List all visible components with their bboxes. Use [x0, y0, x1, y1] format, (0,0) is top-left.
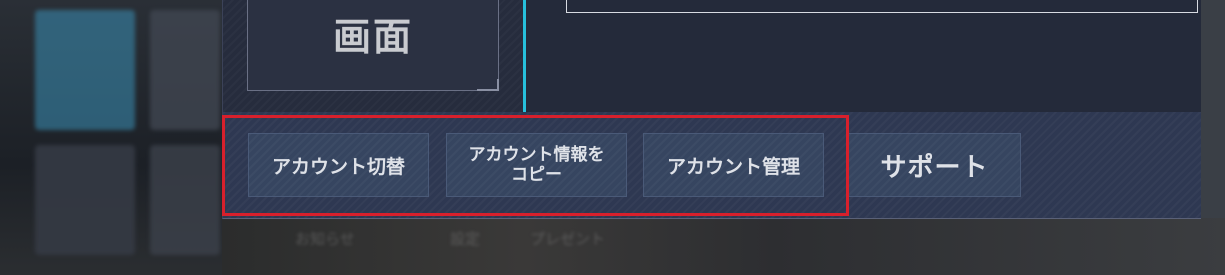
support-button[interactable]: サポート: [848, 133, 1021, 197]
manage-account-button[interactable]: アカウント管理: [643, 133, 824, 197]
frame-bracket: [566, 0, 1198, 13]
content-area: [526, 0, 1201, 112]
support-label: サポート: [880, 152, 989, 183]
screen-card-title: 画面: [332, 15, 413, 59]
background-tab-present: プレゼント: [530, 230, 606, 248]
corner-decoration: [477, 79, 499, 91]
background-tile: [35, 145, 135, 255]
background-tile: [150, 145, 220, 255]
copy-account-info-label-line2: コピー: [511, 165, 562, 185]
background-sidebar: [0, 0, 222, 275]
copy-account-info-button[interactable]: アカウント情報を コピー: [446, 133, 627, 197]
manage-account-label: アカウント管理: [666, 155, 800, 178]
switch-account-button[interactable]: アカウント切替: [248, 133, 429, 197]
background-scene-right: [1200, 0, 1225, 218]
background-tab-settings: 設定: [450, 230, 481, 248]
screen-card[interactable]: 画面: [247, 0, 499, 91]
switch-account-label: アカウント切替: [271, 155, 405, 178]
background-tile: [35, 10, 135, 130]
copy-account-info-label-line1: アカウント情報を: [468, 145, 605, 165]
background-tab-notice: お知らせ: [295, 230, 355, 248]
background-tile: [150, 10, 220, 130]
background-scene: [222, 218, 1225, 275]
